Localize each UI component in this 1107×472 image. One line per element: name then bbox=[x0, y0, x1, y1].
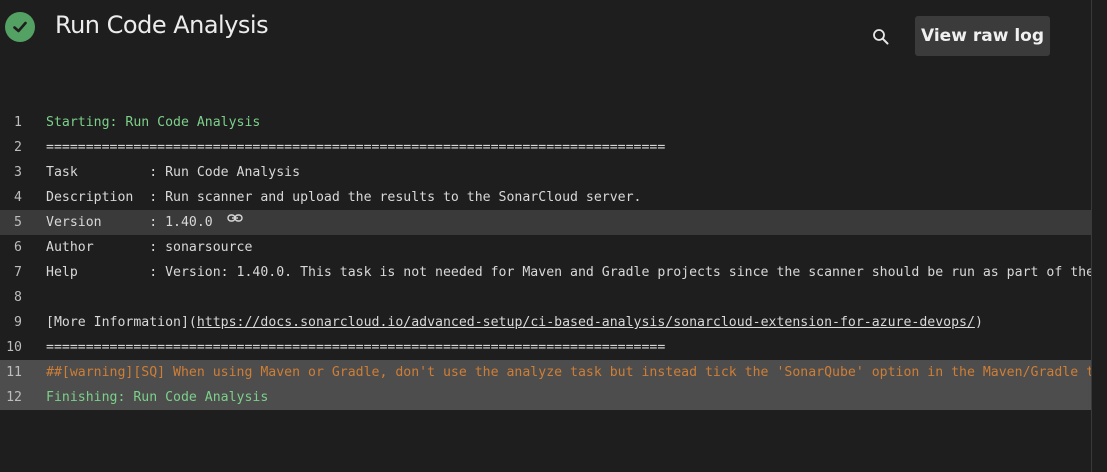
log-line[interactable]: 7 Help : Version: 1.40.0. This task is n… bbox=[0, 260, 1091, 285]
line-number: 2 bbox=[14, 140, 22, 155]
log-viewer: Run Code Analysis View raw log 1 Startin… bbox=[0, 0, 1107, 472]
log-text-wrapper: [More Information](https://docs.sonarclo… bbox=[46, 310, 983, 335]
task-header: Run Code Analysis View raw log bbox=[0, 0, 1090, 64]
log-text: Finishing: Run Code Analysis bbox=[46, 390, 269, 405]
link-icon[interactable] bbox=[227, 210, 243, 233]
log-line[interactable]: 8 bbox=[0, 285, 1091, 310]
line-number: 9 bbox=[14, 315, 22, 330]
log-text: Help : Version: 1.40.0. This task is not… bbox=[46, 265, 1091, 280]
line-number: 4 bbox=[14, 190, 22, 205]
line-number: 6 bbox=[14, 240, 22, 255]
view-raw-log-button[interactable]: View raw log bbox=[915, 16, 1050, 56]
line-number: 5 bbox=[14, 215, 22, 230]
log-text-wrapper: Version : 1.40.0 bbox=[46, 210, 243, 235]
log-text: Starting: Run Code Analysis bbox=[46, 115, 261, 130]
log-line[interactable]: 3 Task : Run Code Analysis bbox=[0, 160, 1091, 185]
vertical-scrollbar[interactable] bbox=[1091, 0, 1092, 472]
line-number: 10 bbox=[6, 340, 22, 355]
success-check-icon bbox=[5, 12, 35, 42]
log-text: ##[warning][SQ] When using Maven or Grad… bbox=[46, 365, 1091, 380]
log-line[interactable]: 10 =====================================… bbox=[0, 335, 1091, 360]
log-line[interactable]: 12 Finishing: Run Code Analysis bbox=[0, 385, 1091, 410]
page-title: Run Code Analysis bbox=[55, 11, 269, 39]
line-number: 12 bbox=[6, 390, 22, 405]
line-number: 3 bbox=[14, 165, 22, 180]
line-number: 1 bbox=[14, 115, 22, 130]
log-output: 1 Starting: Run Code Analysis 2 ========… bbox=[0, 110, 1091, 410]
line-number: 11 bbox=[6, 365, 22, 380]
log-text: ========================================… bbox=[46, 340, 666, 355]
log-text: Description : Run scanner and upload the… bbox=[46, 190, 642, 205]
line-number: 7 bbox=[14, 265, 22, 280]
docs-link[interactable]: https://docs.sonarcloud.io/advanced-setu… bbox=[197, 315, 975, 330]
line-number: 8 bbox=[14, 290, 22, 305]
log-line[interactable]: 1 Starting: Run Code Analysis bbox=[0, 110, 1091, 135]
log-text: ) bbox=[974, 315, 983, 330]
log-line[interactable]: 9 [More Information](https://docs.sonarc… bbox=[0, 310, 1091, 335]
log-text: Author : sonarsource bbox=[46, 240, 253, 255]
log-line[interactable]: 6 Author : sonarsource bbox=[0, 235, 1091, 260]
search-button[interactable] bbox=[868, 24, 894, 50]
log-line-warning[interactable]: 11 ##[warning][SQ] When using Maven or G… bbox=[0, 360, 1091, 385]
search-icon bbox=[873, 29, 889, 45]
log-line[interactable]: 4 Description : Run scanner and upload t… bbox=[0, 185, 1091, 210]
log-line-selected[interactable]: 5 Version : 1.40.0 bbox=[0, 210, 1091, 235]
log-line[interactable]: 2 ======================================… bbox=[0, 135, 1091, 160]
log-text: Task : Run Code Analysis bbox=[46, 165, 301, 180]
log-text: ========================================… bbox=[46, 140, 666, 155]
log-text: Version : 1.40.0 bbox=[46, 215, 213, 230]
log-text: [More Information]( bbox=[46, 315, 197, 330]
